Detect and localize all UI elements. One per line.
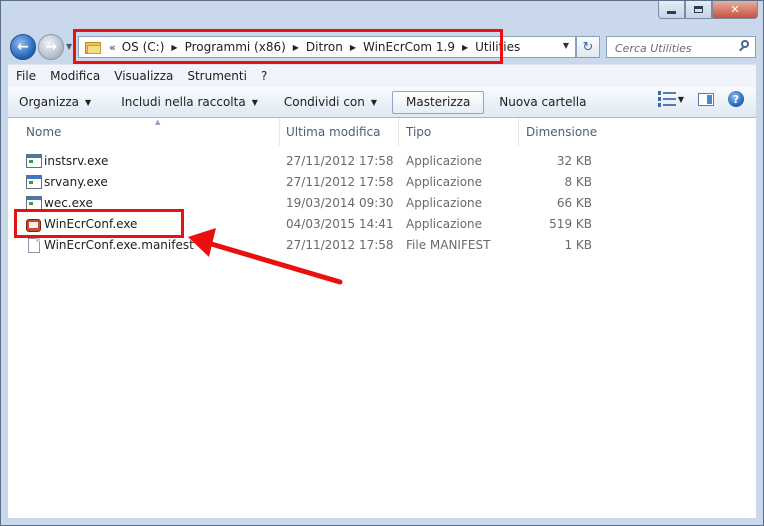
recent-pages-dropdown[interactable]: ▼ [66,42,74,52]
table-row[interactable]: WinEcrConf.exe 04/03/2015 14:41 Applicaz… [8,214,756,235]
breadcrumb-os-c[interactable]: OS (C:) [122,40,165,54]
folder-icon [85,41,101,54]
chevron-down-icon: ▼ [370,97,378,107]
organize-button[interactable]: Organizza ▼ [10,91,100,114]
table-row[interactable]: instsrv.exe 27/11/2012 17:58 Applicazion… [8,151,756,172]
column-modified[interactable]: Ultima modifica [278,118,399,146]
file-name: srvany.exe [44,175,108,189]
new-folder-label: Nuova cartella [499,95,587,109]
file-size: 1 KB [564,238,592,252]
refresh-button[interactable]: ↻ [576,36,600,58]
exe-icon [26,175,42,190]
view-dropdown-icon[interactable]: ▼ [678,95,684,104]
app-icon [26,217,42,232]
file-type: Applicazione [406,217,483,231]
file-modified: 19/03/2014 09:30 [286,196,394,210]
chevron-right-icon[interactable]: ▶ [293,43,299,52]
file-modified: 27/11/2012 17:58 [286,238,394,252]
burn-label: Masterizza [406,95,471,109]
preview-pane-icon[interactable] [698,92,714,106]
file-type: Applicazione [406,196,483,210]
file-list: Nome ▲ Ultima modifica Tipo Dimensione i… [8,118,756,518]
forward-arrow-icon: → [45,39,57,55]
column-size[interactable]: Dimensione [518,118,608,146]
breadcrumb-overflow[interactable]: « [109,41,116,54]
view-controls: ▼ ? [657,91,744,107]
search-box[interactable] [606,36,756,58]
command-bar: Organizza ▼ Includi nella raccolta ▼ Condi… [8,87,756,118]
file-size: 8 KB [564,175,592,189]
change-view-icon[interactable] [657,91,676,107]
back-arrow-icon: ← [17,39,29,55]
file-size: 32 KB [556,154,592,168]
table-row[interactable]: srvany.exe 27/11/2012 17:58 Applicazione… [8,172,756,193]
share-with-button[interactable]: Condividi con ▼ [275,91,386,114]
menu-file[interactable]: File [10,69,42,83]
search-input[interactable] [613,38,737,58]
breadcrumb-utilities[interactable]: Utilities [475,40,520,54]
column-type[interactable]: Tipo [398,118,519,146]
chevron-down-icon: ▼ [251,97,258,107]
menu-bar: File Modifica Visualizza Strumenti ? [8,64,756,87]
menu-modifica[interactable]: Modifica [44,69,106,83]
file-size: 519 KB [549,217,592,231]
file-modified: 27/11/2012 17:58 [286,175,394,189]
menu-help[interactable]: ? [255,69,273,83]
file-name: WinEcrConf.exe [44,217,138,231]
maximize-icon [694,5,703,13]
chevron-down-icon: ▼ [85,97,92,107]
file-type: File MANIFEST [406,238,491,252]
menu-visualizza[interactable]: Visualizza [108,69,179,83]
file-type: Applicazione [406,175,483,189]
new-folder-button[interactable]: Nuova cartella [490,91,595,114]
column-header: Nome ▲ Ultima modifica Tipo Dimensione [8,118,756,146]
sort-ascending-icon: ▲ [155,118,161,126]
refresh-icon: ↻ [582,39,594,55]
share-label: Condividi con [283,95,365,109]
file-modified: 27/11/2012 17:58 [286,154,394,168]
breadcrumb-ditron[interactable]: Ditron [306,40,343,54]
breadcrumb-programmi[interactable]: Programmi (x86) [185,40,286,54]
column-name[interactable]: Nome ▲ [18,118,280,146]
maximize-button[interactable] [685,0,712,19]
address-bar[interactable]: « OS (C:) ▶ Programmi (x86) ▶ Ditron ▶ W… [78,36,576,58]
burn-button[interactable]: Masterizza [392,90,485,114]
close-icon: ✕ [730,2,740,16]
menu-strumenti[interactable]: Strumenti [181,69,253,83]
include-in-library-button[interactable]: Includi nella raccolta ▼ [112,91,267,114]
breadcrumb-winecrcom[interactable]: WinEcrCom 1.9 [363,40,455,54]
back-button[interactable]: ← [10,34,36,60]
caption-buttons: ✕ [658,0,758,19]
file-name: WinEcrConf.exe.manifest [44,238,194,252]
minimize-icon [667,10,676,14]
search-icon[interactable] [739,40,749,52]
file-size: 66 KB [556,196,592,210]
table-row[interactable]: WinEcrConf.exe.manifest 27/11/2012 17:58… [8,235,756,256]
address-dropdown-icon[interactable]: ▼ [563,41,569,50]
exe-icon [26,154,42,169]
help-icon[interactable]: ? [728,91,744,107]
organize-label: Organizza [19,95,80,109]
forward-button[interactable]: → [38,34,64,60]
file-modified: 04/03/2015 14:41 [286,217,394,231]
chevron-down-icon: ▼ [66,42,73,51]
file-type: Applicazione [406,154,483,168]
close-button[interactable]: ✕ [712,0,758,19]
exe-icon [26,196,42,211]
minimize-button[interactable] [658,0,685,19]
chevron-right-icon[interactable]: ▶ [350,43,356,52]
explorer-window: ✕ ← → ▼ « OS (C:) ▶ Programmi (x86) ▶ Di… [0,0,764,526]
chevron-right-icon[interactable]: ▶ [462,43,468,52]
document-icon [26,238,42,253]
file-name: wec.exe [44,196,93,210]
table-row[interactable]: wec.exe 19/03/2014 09:30 Applicazione 66… [8,193,756,214]
file-name: instsrv.exe [44,154,109,168]
include-label: Includi nella raccolta [121,95,246,109]
chevron-right-icon[interactable]: ▶ [171,43,177,52]
